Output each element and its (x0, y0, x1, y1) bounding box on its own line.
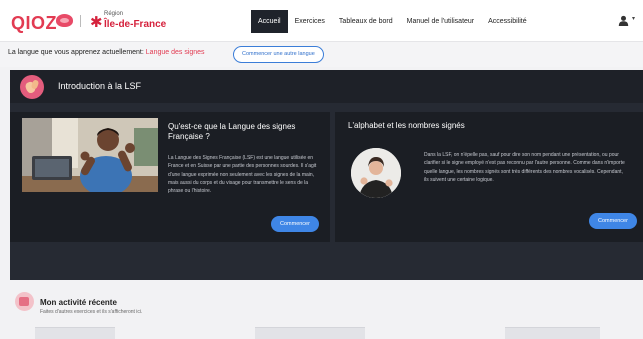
intro-panel-header: Introduction à la LSF (10, 70, 643, 103)
user-icon[interactable] (618, 15, 629, 26)
card-title-lsf: Qu'est-ce que la Langue des signes Franç… (168, 122, 296, 141)
current-language-label: La langue que vous apprenez actuellement… (8, 49, 205, 56)
nav-item-manuel[interactable]: Manuel de l'utilisateur (400, 10, 481, 33)
activity-icon (15, 292, 34, 311)
signing-woman-image (351, 148, 401, 198)
intro-card-lsf: Qu'est-ce que la Langue des signes Franç… (10, 112, 330, 242)
change-language-button[interactable]: Commencer une autre langue (233, 46, 324, 63)
card-body-lsf: La Langue des Signes Française (LSF) est… (168, 155, 317, 195)
intro-panel: Introduction à la LSF Qu'est-ce que la L… (10, 70, 643, 280)
nav-item-tableaux-de-bord[interactable]: Tableaux de bord (332, 10, 400, 33)
recent-activity-subtitle: Faites d'autres exercices et ils s'affic… (40, 309, 143, 315)
language-bar: La langue que vous apprenez actuellement… (0, 42, 643, 67)
recent-activity-title: Mon activité récente (40, 298, 117, 307)
card-title-alphabet: L'alphabet et les nombres signés (348, 121, 465, 130)
qioz-logo[interactable]: QIOZ (11, 13, 57, 34)
intro-card-alphabet: L'alphabet et les nombres signés Dans la… (335, 112, 643, 242)
placeholder-card (505, 327, 600, 339)
chevron-down-icon[interactable]: ▾ (632, 15, 635, 22)
qioz-logo-icon (56, 14, 73, 27)
signing-man-image (22, 118, 158, 192)
nav-item-accessibilite[interactable]: Accessibilité (481, 10, 534, 33)
top-navigation-bar: QIOZ ✱ Région Île-de-France Accueil Exer… (0, 0, 643, 42)
region-star-icon: ✱ (90, 14, 103, 31)
logo-divider (80, 15, 81, 27)
current-language-prefix: La langue que vous apprenez actuellement… (8, 49, 144, 56)
hand-sign-icon (20, 75, 44, 99)
nav-item-accueil[interactable]: Accueil (251, 10, 288, 33)
current-language-value: Langue des signes (145, 49, 205, 56)
nav-item-exercices[interactable]: Exercices (288, 10, 332, 33)
placeholder-card (35, 327, 115, 339)
placeholder-card (255, 327, 365, 339)
recent-activity-section: Mon activité récente Faites d'autres exe… (0, 283, 643, 339)
card-body-alphabet: Dans la LSF, on n'épelle pas, sauf pour … (424, 152, 625, 183)
start-alphabet-button[interactable]: Commencer (589, 213, 637, 229)
start-lsf-button[interactable]: Commencer (271, 216, 319, 232)
region-logo-text: Île-de-France (104, 19, 167, 30)
region-prefix: Région (104, 11, 124, 17)
main-nav: Accueil Exercices Tableaux de bord Manue… (251, 10, 534, 33)
intro-panel-title: Introduction à la LSF (58, 81, 142, 91)
